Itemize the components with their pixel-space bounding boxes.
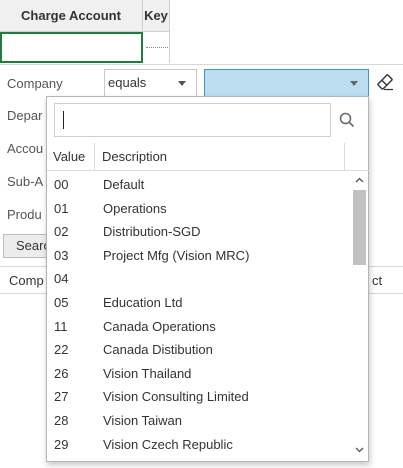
list-item[interactable]: 28 Vision Taiwan	[47, 409, 351, 433]
company-values-dropdown: Value Description 00 Default 01 Operations…	[46, 96, 370, 462]
account-label: Accou	[7, 141, 44, 156]
item-description: Canada Distibution	[103, 342, 213, 358]
key-cell-placeholder	[146, 47, 168, 48]
list-item[interactable]: 02 Distribution-SGD	[47, 220, 351, 244]
item-value: 28	[54, 412, 69, 428]
list-item[interactable]: 26 Vision Thailand	[47, 362, 351, 386]
item-value: 22	[54, 342, 69, 358]
list-item[interactable]: 05 Education Ltd	[47, 291, 351, 315]
item-value: 05	[54, 294, 69, 310]
dropdown-scrollbar[interactable]	[351, 172, 367, 458]
column-header-value[interactable]: Value	[47, 143, 95, 171]
item-value: 26	[54, 365, 69, 381]
dropdown-column-header: Value Description	[47, 143, 370, 171]
charge-account-editor: Charge Account Key Company Depar Accou S…	[0, 0, 403, 468]
list-item[interactable]: 00 Default	[47, 173, 351, 197]
list-item[interactable]: 11 Canada Operations	[47, 315, 351, 339]
scroll-up-icon[interactable]	[355, 177, 364, 183]
grid-header: Charge Account Key	[0, 0, 170, 32]
dropdown-value-list: 00 Default 01 Operations 02 Distribution-SG…	[47, 173, 351, 459]
item-description: Distribution-SGD	[103, 224, 201, 240]
item-value: 29	[54, 436, 69, 452]
item-value: 04	[54, 271, 69, 287]
item-description: Vision Taiwan	[103, 412, 183, 428]
company-label: Company	[7, 76, 63, 91]
dropdown-search-input[interactable]	[54, 103, 331, 137]
list-item[interactable]: 03 Project Mfg (Vision MRC)	[47, 244, 351, 268]
eraser-icon[interactable]	[375, 72, 395, 92]
chevron-down-icon	[350, 81, 358, 86]
list-item[interactable]: 01 Operations	[47, 197, 351, 221]
item-description: Vision Thailand	[103, 365, 192, 381]
company-operator-value: equals	[108, 75, 147, 90]
company-operator-select[interactable]: equals	[104, 69, 197, 97]
list-item[interactable]: 29 Vision Czech Republic	[47, 433, 351, 457]
column-header-key[interactable]: Key	[143, 0, 170, 32]
item-description: Vision Czech Republic	[103, 436, 233, 452]
item-value: 00	[54, 177, 69, 192]
results-column-left: Comp	[9, 273, 44, 288]
item-description: Project Mfg (Vision MRC)	[103, 247, 250, 263]
item-value: 11	[54, 318, 68, 334]
item-description: Vision Consulting Limited	[103, 389, 249, 405]
text-cursor	[63, 111, 64, 129]
list-item[interactable]: 27 Vision Consulting Limited	[47, 385, 351, 409]
scrollbar-thumb[interactable]	[353, 190, 366, 265]
key-cell[interactable]	[143, 32, 170, 63]
list-item[interactable]: 22 Canada Distibution	[47, 338, 351, 362]
column-header-description[interactable]: Description	[95, 143, 345, 171]
chevron-down-icon	[178, 81, 186, 86]
scroll-down-icon[interactable]	[355, 447, 364, 453]
item-value: 27	[54, 389, 69, 405]
results-column-right: ct	[372, 273, 383, 288]
product-label: Produ	[7, 207, 42, 222]
list-item[interactable]: 04	[47, 267, 351, 291]
item-description: Default	[103, 177, 145, 192]
item-value: 01	[54, 200, 69, 216]
department-label: Depar	[7, 108, 43, 123]
search-icon[interactable]	[338, 111, 356, 129]
item-description: Operations	[103, 200, 167, 216]
column-header-charge-account[interactable]: Charge Account	[0, 0, 143, 32]
item-description: Education Ltd	[103, 294, 183, 310]
item-value: 03	[54, 247, 69, 263]
charge-account-cell[interactable]	[0, 32, 143, 63]
company-value-select[interactable]	[204, 69, 369, 97]
sub-account-label: Sub-A	[7, 174, 44, 189]
item-value: 02	[54, 224, 69, 240]
item-description: Canada Operations	[103, 318, 216, 334]
